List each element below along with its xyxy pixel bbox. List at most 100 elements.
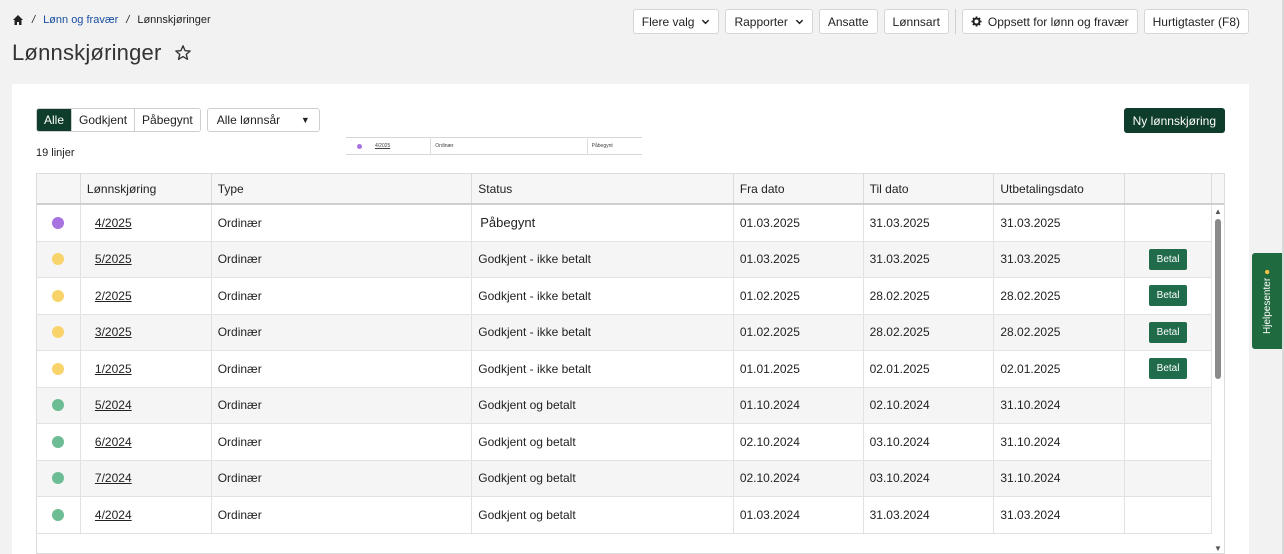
status-text: Godkjent - ikke betalt (478, 252, 591, 267)
status-dot (52, 435, 65, 448)
status-text: Godkjent og betalt (478, 507, 576, 522)
scrollbar-thumb[interactable] (1215, 219, 1221, 379)
year-select[interactable]: Alle lønnsår ▼ (206, 108, 320, 132)
payroll-run-link[interactable]: 1/2025 (95, 362, 132, 376)
scroll-down-icon[interactable]: ▼ (1214, 544, 1222, 553)
cell-til-dato: 02.10.2024 (864, 387, 995, 423)
cell-action (1125, 387, 1212, 423)
cell-lonnskjoring: 6/2024 (81, 424, 212, 460)
column-header-lonnskjoring[interactable]: Lønnskjøring (81, 174, 212, 203)
cell-lonnskjoring: 7/2024 (81, 460, 212, 496)
payroll-run-link[interactable]: 4/2024 (95, 508, 132, 522)
new-payroll-button[interactable]: Ny lønnskjøring (1123, 108, 1225, 133)
cell-lonnskjoring: 4/2024 (81, 497, 212, 533)
page-title: Lønnskjøringer (12, 40, 162, 65)
betal-button[interactable]: Betal (1148, 285, 1188, 307)
cell-utbetalingsdato: 31.03.2025 (994, 205, 1126, 241)
status-indicator-cell (37, 351, 81, 387)
payroll-run-link[interactable]: 4/2025 (95, 216, 132, 230)
flere-valg-button[interactable]: Flere valg (632, 9, 720, 34)
cell-lonnskjoring: 3/2025 (81, 314, 212, 350)
filter-tab-pabegynt[interactable]: Påbegynt (134, 109, 200, 131)
table-row[interactable]: 1/2025 Ordinær Godkjent - ikke betalt 01.01… (37, 351, 1224, 388)
preview-divider (586, 137, 588, 155)
table-row[interactable]: 5/2024 Ordinær Godkjent og betalt 01.10.202… (37, 387, 1224, 424)
star-icon[interactable] (174, 44, 192, 62)
column-header-fra-dato[interactable]: Fra dato (734, 174, 864, 203)
status-text: Godkjent og betalt (478, 434, 576, 449)
table-row[interactable]: 6/2024 Ordinær Godkjent og betalt 02.10.202… (37, 424, 1224, 461)
column-header-status[interactable]: Status (472, 174, 734, 203)
breadcrumb: / Lønn og fravær / Lønnskjøringer (12, 14, 211, 26)
cell-lonnskjoring: 4/2025 (81, 205, 212, 241)
status-indicator-cell (37, 205, 81, 241)
caret-down-icon: ▼ (300, 115, 310, 125)
cell-status: Godkjent og betalt (472, 424, 734, 460)
cell-type: Ordinær (212, 314, 473, 350)
column-header-til-dato[interactable]: Til dato (864, 174, 995, 203)
filter-tab-alle[interactable]: Alle (37, 109, 72, 131)
cell-type: Ordinær (212, 278, 473, 314)
cell-status: Godkjent - ikke betalt (472, 351, 734, 387)
cell-lonnskjoring: 5/2024 (81, 387, 212, 423)
table-row[interactable]: 5/2025 Ordinær Godkjent - ikke betalt 01.03… (37, 241, 1224, 278)
payroll-run-link[interactable]: 7/2024 (95, 471, 132, 485)
table-row[interactable]: 7/2024 Ordinær Godkjent og betalt 02.10.202… (37, 460, 1224, 497)
ansatte-button[interactable]: Ansatte (818, 9, 878, 34)
payroll-run-link[interactable]: 5/2024 (95, 398, 132, 412)
breadcrumb-separator: / (126, 14, 130, 26)
cell-action: Betal (1125, 278, 1212, 314)
drag-preview-row: 4/2025 Ordinær Påbegynt (346, 137, 642, 155)
table-row[interactable]: 4/2025 Ordinær Påbegynt 01.03.2025 31.03.202… (37, 205, 1224, 242)
status-indicator-cell (37, 314, 81, 350)
status-text: Godkjent - ikke betalt (478, 288, 591, 303)
cell-fra-dato: 02.10.2024 (734, 424, 864, 460)
cell-fra-dato: 01.10.2024 (734, 387, 864, 423)
oppsett-button[interactable]: Oppsett for lønn og fravær (961, 9, 1138, 34)
cell-action (1125, 424, 1212, 460)
status-indicator-cell (37, 241, 81, 277)
payroll-run-link[interactable]: 2/2025 (95, 289, 132, 303)
vertical-scrollbar[interactable]: ▲ ▼ (1212, 207, 1224, 553)
scroll-up-icon[interactable]: ▲ (1214, 207, 1222, 216)
cell-action: Betal (1125, 314, 1212, 350)
cell-status: Godkjent - ikke betalt (472, 314, 734, 350)
filter-tab-godkjent[interactable]: Godkjent (71, 109, 135, 131)
status-indicator-cell (37, 460, 81, 496)
betal-button[interactable]: Betal (1148, 248, 1188, 270)
rapporter-label: Rapporter (734, 14, 788, 29)
lonnsart-button[interactable]: Lønnsart (883, 9, 949, 34)
cell-action: Betal (1125, 351, 1212, 387)
home-icon[interactable] (12, 14, 24, 26)
rapporter-button[interactable]: Rapporter (725, 9, 813, 34)
table-row[interactable]: 4/2024 Ordinær Godkjent og betalt 01.03.202… (37, 497, 1224, 534)
cell-action (1125, 205, 1212, 241)
table-header: Lønnskjøring Type Status Fra dato Til da… (37, 174, 1224, 205)
breadcrumb-current: Lønnskjøringer (137, 14, 211, 26)
help-center-tab[interactable]: Hjelpesenter ● (1252, 253, 1282, 349)
breadcrumb-link-lonn-og-fravaer[interactable]: Lønn og fravær (43, 14, 118, 26)
cell-fra-dato: 02.10.2024 (734, 460, 864, 496)
cell-til-dato: 28.02.2025 (864, 278, 995, 314)
cell-status: Godkjent - ikke betalt (472, 278, 734, 314)
betal-button[interactable]: Betal (1148, 358, 1188, 380)
column-header-utbetalingsdato[interactable]: Utbetalingsdato (994, 174, 1126, 203)
cell-til-dato: 31.03.2025 (864, 205, 995, 241)
table-row[interactable]: 2/2025 Ordinær Godkjent - ikke betalt 01.02… (37, 278, 1224, 315)
hurtigtaster-button[interactable]: Hurtigtaster (F8) (1143, 9, 1249, 34)
betal-button[interactable]: Betal (1148, 321, 1188, 343)
status-text: Påbegynt (480, 215, 536, 231)
payroll-run-link[interactable]: 6/2024 (95, 435, 132, 449)
payroll-run-link[interactable]: 5/2025 (95, 252, 132, 266)
status-dot (52, 326, 65, 339)
table-row[interactable]: 3/2025 Ordinær Godkjent - ikke betalt 01.02… (37, 314, 1224, 351)
status-text: Godkjent og betalt (478, 398, 576, 413)
cell-fra-dato: 01.03.2025 (734, 241, 864, 277)
column-header-type[interactable]: Type (212, 174, 473, 203)
status-dot (52, 362, 65, 375)
cell-utbetalingsdato: 28.02.2025 (994, 278, 1126, 314)
cell-action (1125, 460, 1212, 496)
payroll-run-link[interactable]: 3/2025 (95, 325, 132, 339)
cell-til-dato: 03.10.2024 (864, 460, 995, 496)
status-dot (52, 508, 65, 521)
